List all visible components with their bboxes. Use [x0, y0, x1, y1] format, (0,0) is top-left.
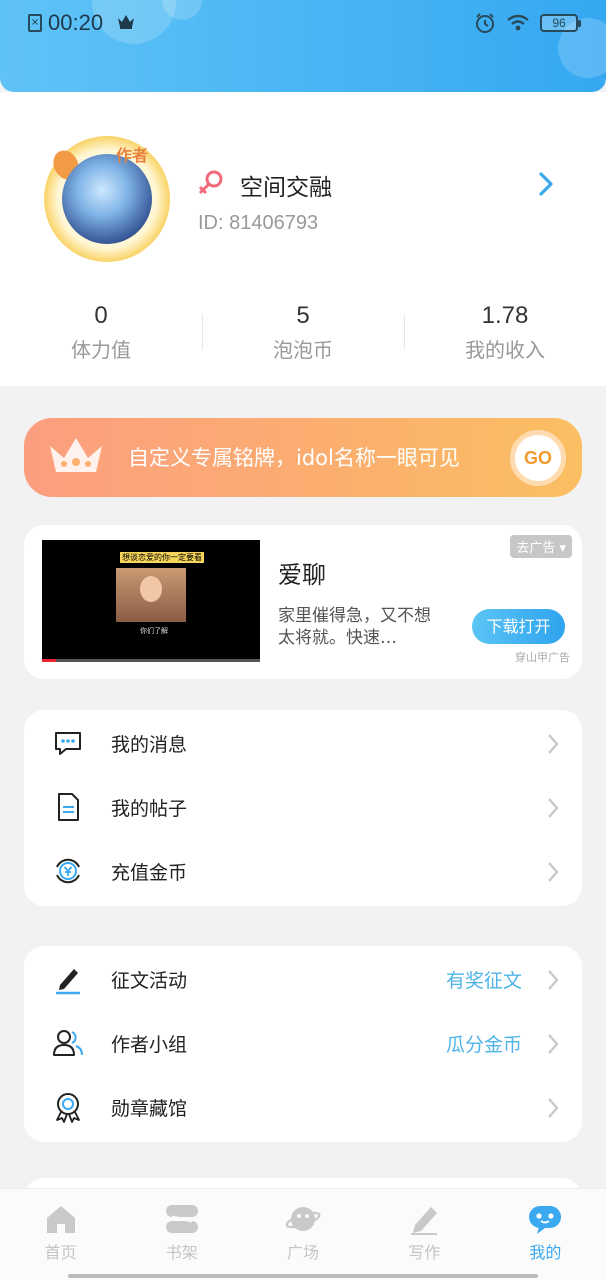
- tab-write[interactable]: 写作: [364, 1189, 485, 1280]
- write-icon: [411, 1207, 438, 1235]
- tab-square[interactable]: 广场: [242, 1189, 363, 1280]
- alarm-icon: [476, 13, 494, 33]
- nameplate-banner[interactable]: 自定义专属铭牌，idol名称一眼可见 GO: [24, 418, 582, 497]
- author-badge: 作者: [116, 146, 149, 165]
- stat-bubble-coins[interactable]: 5 泡泡币: [202, 302, 404, 362]
- status-bar: × 00:20 96: [0, 0, 606, 48]
- crown-icon: [118, 15, 134, 29]
- battery-indicator: 96: [540, 14, 581, 32]
- chevron-right-icon: [548, 970, 559, 990]
- chevron-right-icon: [548, 734, 559, 754]
- menu-item-posts[interactable]: 我的帖子: [24, 775, 582, 839]
- profile-chevron-right-icon[interactable]: [536, 170, 556, 198]
- chevron-right-icon: [548, 798, 559, 818]
- status-time: 00:20: [48, 10, 104, 35]
- go-button[interactable]: GO: [510, 430, 566, 486]
- document-icon: [58, 793, 79, 821]
- planet-icon: [285, 1207, 321, 1231]
- menu-item-medal-hall[interactable]: 勋章藏馆: [24, 1075, 582, 1139]
- chevron-right-icon: [548, 862, 559, 882]
- tab-mine[interactable]: 我的: [485, 1189, 606, 1280]
- crown-icon: [50, 438, 102, 472]
- avatar[interactable]: 作者: [30, 130, 190, 270]
- wifi-icon: [507, 14, 529, 31]
- menu-card-1: 我的消息 我的帖子 充值金币: [24, 710, 582, 906]
- remove-ad-button[interactable]: 去广告 ▾: [510, 535, 572, 558]
- author-group-tag: 瓜分金币: [445, 1034, 522, 1056]
- bookshelf-icon: [165, 1205, 198, 1233]
- download-open-button[interactable]: 下载打开: [472, 609, 565, 644]
- medal-icon: [56, 1093, 80, 1123]
- menu-card-2: 征文活动 有奖征文 作者小组 瓜分金币 勋章藏馆: [24, 946, 582, 1142]
- yuan-coin-icon: [56, 858, 80, 884]
- chevron-right-icon: [548, 1098, 559, 1118]
- home-icon: [46, 1206, 75, 1233]
- menu-item-writing-contest[interactable]: 征文活动 有奖征文: [24, 947, 582, 1011]
- ad-video[interactable]: 想谈恋爱的你一定要看 你们了解: [42, 540, 260, 662]
- writing-contest-tag: 有奖征文: [445, 970, 522, 992]
- user-id: ID: 81406793: [198, 212, 319, 234]
- stat-income[interactable]: 1.78 我的收入: [404, 302, 606, 362]
- sim-icon: ×: [28, 14, 42, 32]
- ad-title: 爱聊: [278, 561, 326, 589]
- ad-description: 家里催得急，又不想太将就。快速…: [278, 606, 431, 648]
- profile-bubble-icon: [529, 1206, 562, 1234]
- menu-item-author-group[interactable]: 作者小组 瓜分金币: [24, 1011, 582, 1075]
- profile-section: 作者 空间交融 ID: 81406793 0 体力值 5 泡泡币 1.78 我的…: [0, 92, 606, 386]
- banner-text: 自定义专属铭牌，idol名称一眼可见: [128, 446, 460, 470]
- tab-home[interactable]: 首页: [0, 1189, 121, 1280]
- nickname: 空间交融: [240, 175, 332, 201]
- ad-card[interactable]: 想谈恋爱的你一定要看 你们了解 爱聊 家里催得急，又不想太将就。快速… 去广告 …: [24, 525, 582, 679]
- home-indicator: [68, 1274, 538, 1278]
- bottom-tab-bar: 首页 书架 广场 写作 我的: [0, 1188, 606, 1280]
- chevron-right-icon: [548, 1034, 559, 1054]
- group-icon: [53, 1030, 83, 1056]
- female-gender-icon: [198, 170, 223, 195]
- pen-icon: [56, 969, 80, 995]
- menu-item-recharge[interactable]: 充值金币: [24, 839, 582, 903]
- menu-item-messages[interactable]: 我的消息: [24, 711, 582, 775]
- stats-row: 0 体力值 5 泡泡币 1.78 我的收入: [0, 302, 606, 362]
- ad-source: 穿山甲广告: [515, 651, 570, 664]
- message-icon: [55, 732, 81, 755]
- tab-bookshelf[interactable]: 书架: [121, 1189, 242, 1280]
- stat-stamina[interactable]: 0 体力值: [0, 302, 202, 362]
